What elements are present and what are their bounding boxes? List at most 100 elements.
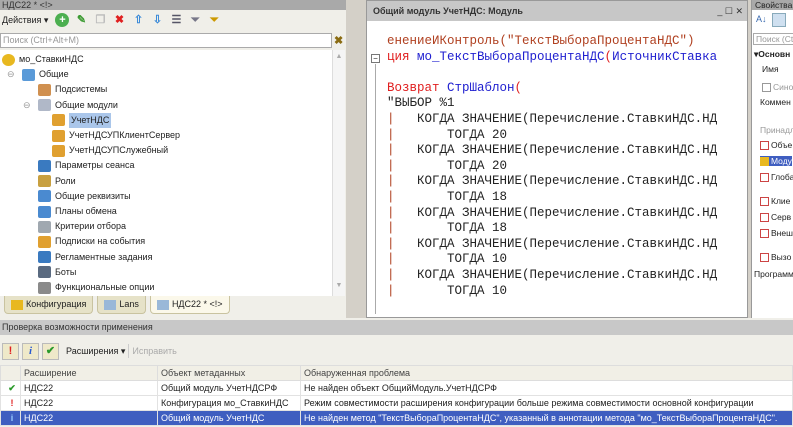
tree-item[interactable]: УчетНДС <box>52 112 112 128</box>
checkbox-icon <box>760 141 769 151</box>
tree-item[interactable]: Роли <box>38 174 76 189</box>
categories-icon[interactable] <box>772 13 786 27</box>
property-checkbox[interactable]: Глоба <box>760 172 793 183</box>
sort-az-icon[interactable]: A↓ <box>756 14 767 24</box>
panel-title: НДС22 * <!> <box>0 0 346 10</box>
tab-2[interactable]: НДС22 * <!> <box>149 296 230 314</box>
checkbox-icon <box>760 157 769 167</box>
column-header[interactable]: Объект метаданных <box>157 365 301 381</box>
window-controls[interactable]: _ ☐ ✕ <box>717 1 747 21</box>
collapse-icon[interactable]: ⊖ <box>7 67 15 82</box>
code-line[interactable]: | ТОГДА 18 <box>387 190 507 205</box>
extensions-menu[interactable]: Расширения ▾ <box>66 346 125 357</box>
event-subscriptions-icon <box>38 235 51 248</box>
clear-search-icon[interactable]: ✖ <box>334 34 343 47</box>
properties-search[interactable]: Поиск (Ct <box>753 33 793 45</box>
tab-icon <box>156 299 169 310</box>
functional-options-icon <box>38 281 51 294</box>
code-line[interactable]: | КОГДА ЗНАЧЕНИЕ(Перечисление.СтавкиНДС.… <box>387 143 717 158</box>
code-token: мо_ТекстВыбораПроцентаНДС <box>417 49 605 64</box>
tree-item[interactable]: Функциональные опции <box>38 280 154 295</box>
code-line[interactable]: енениеИКонтроль("ТекстВыбораПроцентаНДС"… <box>387 34 695 49</box>
tree-item[interactable]: УчетНДСУПКлиентСервер <box>52 128 180 143</box>
tree-item-label: Параметры сеанса <box>55 160 135 171</box>
tree-item[interactable]: Критерии отбора <box>38 219 126 234</box>
tree-item[interactable]: Параметры сеанса <box>38 158 134 173</box>
property-checkbox[interactable]: Серв <box>760 212 791 223</box>
code-token: ТОГДА 18 <box>394 221 508 236</box>
tree-item[interactable]: УчетНДСУПСлужебный <box>52 143 168 158</box>
tree-item-label: Боты <box>55 266 77 277</box>
tree-item[interactable]: Планы обмена <box>38 204 117 219</box>
code-token: ТОГДА 20 <box>394 158 508 173</box>
code-line[interactable]: | КОГДА ЗНАЧЕНИЕ(Перечисление.СтавкиНДС.… <box>387 206 717 221</box>
collapse-icon[interactable]: ⊖ <box>23 98 31 113</box>
code-line[interactable]: "ВЫБОР %1 <box>387 96 455 111</box>
cell-problem: Не найден объект ОбщийМодуль.УчетНДСРФ <box>300 380 793 396</box>
copy-icon[interactable]: ❐ <box>93 13 107 27</box>
roles-icon <box>38 175 51 188</box>
code-token: КОГДА ЗНАЧЕНИЕ(Перечисление.СтавкиНДС.НД <box>394 143 718 158</box>
add-icon[interactable]: + <box>55 13 70 27</box>
table-row[interactable]: i НДС22 Общий модуль УчетНДС Не найден мето… <box>0 410 793 426</box>
property-checkbox[interactable]: Клие <box>760 196 790 207</box>
code-line[interactable]: | ТОГДА 20 <box>387 159 507 174</box>
fold-icon[interactable]: − <box>371 54 380 63</box>
move-down-icon[interactable]: ⇩ <box>150 13 164 27</box>
bots-icon <box>38 266 51 279</box>
tree-item[interactable]: ⊖ Общие модули <box>23 98 118 113</box>
property-checkbox[interactable]: Объе <box>760 140 792 151</box>
table-row[interactable]: ✔ НДС22 Общий модуль УчетНДСРФ Не найден об… <box>0 380 793 396</box>
move-up-icon[interactable]: ⇧ <box>131 13 145 27</box>
column-header[interactable]: Обнаруженная проблема <box>300 365 793 381</box>
check-panel-title: Проверка возможности применения <box>0 320 793 335</box>
code-line[interactable]: | ТОГДА 10 <box>387 252 507 267</box>
code-line[interactable]: | КОГДА ЗНАЧЕНИЕ(Перечисление.СтавкиНДС.… <box>387 268 717 283</box>
tab-0[interactable]: Конфигурация <box>4 296 94 314</box>
code-line[interactable]: | ТОГДА 10 <box>387 284 507 299</box>
tree-item-label: Подсистемы <box>55 84 108 95</box>
module-icon <box>52 144 65 157</box>
code-line[interactable]: | КОГДА ЗНАЧЕНИЕ(Перечисление.СтавкиНДС.… <box>387 112 717 127</box>
ok-filter-button[interactable]: ✔ <box>42 342 59 360</box>
cell-problem: Не найден метод "ТекстВыбораПроцентаНДС"… <box>300 410 793 426</box>
code-line[interactable]: ция мо_ТекстВыбораПроцентаНДС(ИсточникСт… <box>387 50 717 65</box>
info-filter-button[interactable]: i <box>22 342 39 360</box>
code-line[interactable]: | ТОГДА 20 <box>387 128 507 143</box>
errors-filter-button[interactable]: ! <box>2 342 19 360</box>
table-row[interactable]: ! НДС22 Конфигурация мо_СтавкиНДС Режим сов… <box>0 395 793 411</box>
modules-icon <box>38 99 51 112</box>
tree-item-label: мо_СтавкиНДС <box>19 54 84 64</box>
filter-clear-icon[interactable]: ⏷ <box>207 13 221 27</box>
tree-item[interactable]: Подсистемы <box>38 82 107 97</box>
search-input[interactable]: Поиск (Ctrl+Alt+M) <box>0 33 332 48</box>
section-header[interactable]: ▾Основн <box>754 49 790 60</box>
tree-item[interactable]: Подписки на события <box>38 234 145 249</box>
actions-menu[interactable]: Действия ▾ <box>2 15 48 26</box>
edit-icon[interactable]: ✎ <box>74 13 88 27</box>
code-line[interactable]: | КОГДА ЗНАЧЕНИЕ(Перечисление.СтавкиНДС.… <box>387 237 717 252</box>
common-icon <box>22 68 35 81</box>
code-line[interactable]: Возврат СтрШаблон( <box>387 81 522 96</box>
tree-item[interactable]: Боты <box>38 265 76 280</box>
property-checkbox[interactable]: Вызо <box>760 252 791 263</box>
tree-item-label: Планы обмена <box>55 206 117 216</box>
tree-scrollbar[interactable]: ▲ ▼ <box>332 50 345 296</box>
property-checkbox[interactable]: Моду <box>760 156 792 167</box>
tree-item[interactable]: ⊖ Общие <box>7 67 69 82</box>
fix-button[interactable]: Исправить <box>132 346 176 356</box>
synonym-field[interactable]: Сино <box>762 82 793 93</box>
tree-item[interactable]: Общие реквизиты <box>38 189 131 204</box>
code-line[interactable]: | ТОГДА 18 <box>387 221 507 236</box>
tab-label: НДС22 * <!> <box>171 299 223 309</box>
column-header[interactable]: Расширение <box>20 365 158 381</box>
tree-item[interactable]: Регламентные задания <box>38 250 152 265</box>
property-checkbox[interactable]: Внеш <box>760 228 793 239</box>
filter-icon[interactable]: ⏷ <box>188 13 202 27</box>
tree-item-label: Роли <box>55 175 76 186</box>
delete-icon[interactable]: ✖ <box>112 13 126 27</box>
tab-1[interactable]: Lans <box>97 296 146 314</box>
sort-icon[interactable]: ☰ <box>169 13 183 27</box>
code-line[interactable]: | КОГДА ЗНАЧЕНИЕ(Перечисление.СтавкиНДС.… <box>387 174 717 189</box>
tree-item[interactable]: мо_СтавкиНДС <box>2 52 84 67</box>
